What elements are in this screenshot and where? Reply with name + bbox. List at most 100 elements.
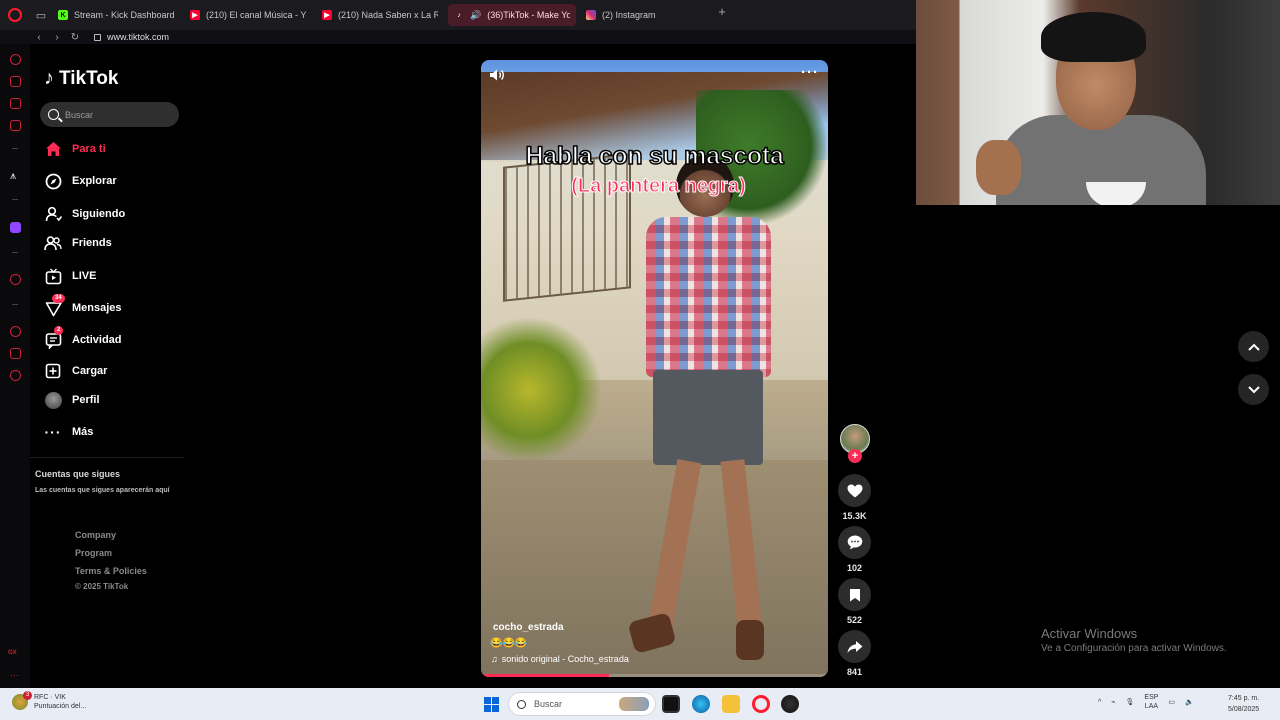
url-field[interactable]: www.tiktok.com (94, 32, 169, 42)
video-player[interactable]: Habla con su mascota (La pantera negra) … (481, 60, 828, 677)
weather-line1: RFC · VIK (34, 694, 66, 701)
like-button[interactable]: 15.3K (838, 474, 871, 521)
speaker-icon[interactable]: 🔊 (470, 10, 481, 21)
comment-button[interactable]: 102 (838, 526, 871, 573)
gx-icon[interactable]: GX (8, 650, 17, 656)
speaker-icon[interactable]: 🔈 (1185, 698, 1194, 706)
follow-plus-button[interactable]: + (848, 449, 862, 463)
nav-mas[interactable]: ··· Más (44, 423, 94, 441)
activity-icon: 2 (44, 326, 64, 349)
kick-rail-icon[interactable]: ⩚ (10, 170, 16, 183)
video-caption-title: Habla con su mascota (525, 141, 785, 171)
taskbar-search[interactable]: Buscar (508, 692, 656, 716)
share-button[interactable]: 841 (838, 630, 871, 677)
compass-icon (44, 172, 62, 190)
nav-perfil[interactable]: Perfil (44, 391, 100, 409)
nav-friends[interactable]: Friends (44, 234, 112, 252)
save-button[interactable]: 522 (838, 578, 871, 625)
tab-youtube-2[interactable]: ▶ (210) Nada Saben x La Re (316, 4, 444, 26)
taskbar-search-placeholder: Buscar (534, 699, 563, 709)
video-sound-label: sonido original - Cocho_estrada (501, 654, 629, 664)
opera-menu-button[interactable] (0, 0, 30, 30)
forward-button[interactable]: › (48, 32, 66, 43)
nav-label: Cargar (72, 365, 108, 377)
weather-badge: 3 (23, 691, 32, 700)
rail-divider (12, 252, 18, 253)
tiktok-logo-icon: ♪ (44, 67, 54, 89)
microphone-icon[interactable]: 🎙 (1126, 698, 1135, 706)
nav-live[interactable]: LIVE (44, 267, 96, 285)
video-sound[interactable]: ♫ sonido original - Cocho_estrada (491, 654, 629, 664)
display-icon[interactable]: ▭ (1168, 698, 1175, 706)
settings-icon[interactable] (10, 370, 21, 381)
windows-taskbar: 3 RFC · VIK Puntuación del... Buscar ^ ⌁… (0, 688, 1280, 720)
tab-youtube-1[interactable]: ▶ (210) El canal Música - Yo (184, 4, 312, 26)
video-progress-fill (481, 674, 610, 677)
more-options-icon[interactable]: ··· (801, 64, 819, 81)
video-author[interactable]: cocho_estrada (493, 622, 564, 633)
nav-mensajes[interactable]: 34 Mensajes (44, 294, 122, 317)
app-icon[interactable] (781, 695, 799, 713)
volume-icon[interactable] (489, 68, 507, 84)
edge-icon[interactable] (692, 695, 710, 713)
obs-icon[interactable] (662, 695, 680, 713)
save-count: 522 (846, 615, 863, 625)
nav-cargar[interactable]: Cargar (44, 362, 107, 380)
heart-icon (838, 474, 871, 507)
search-box[interactable] (40, 102, 179, 127)
video-progress-bar[interactable] (481, 674, 828, 677)
network-icon[interactable]: ⌁ (1111, 698, 1115, 706)
start-button[interactable] (484, 697, 499, 712)
next-video-button[interactable] (1238, 374, 1269, 405)
search-input[interactable] (65, 109, 165, 120)
workspace-icon[interactable] (10, 120, 21, 131)
nav-label: Friends (72, 237, 112, 249)
extensions-icon[interactable] (10, 348, 21, 359)
tab-strip: K Stream - Kick Dashboard ▶ (210) El can… (52, 4, 732, 26)
nav-label: Explorar (72, 175, 117, 187)
history-icon[interactable] (10, 326, 21, 337)
video-person (627, 155, 781, 660)
shopping-icon[interactable] (10, 76, 21, 87)
twitch-icon[interactable] (10, 222, 21, 233)
nav-para-ti[interactable]: Para ti (44, 140, 106, 158)
back-button[interactable]: ‹ (30, 32, 48, 43)
tiktok-logo[interactable]: ♪ TikTok (44, 67, 118, 90)
nav-actividad[interactable]: 2 Actividad (44, 326, 122, 349)
tab-tiktok[interactable]: ♪ 🔊 (36)TikTok - Make Yo (448, 4, 576, 26)
reload-button[interactable]: ↻ (66, 32, 84, 43)
tab-instagram[interactable]: (2) Instagram (580, 4, 708, 26)
rail-more-icon[interactable]: ··· (10, 670, 19, 680)
language-indicator[interactable]: ESP LAA (1144, 693, 1158, 711)
nav-siguiendo[interactable]: Siguiendo (44, 205, 125, 223)
system-clock[interactable]: 7:45 p. m. 5/08/2025 (1228, 693, 1259, 715)
video-scene (481, 315, 601, 465)
opera-gx-icon[interactable] (752, 695, 770, 713)
rail-divider (12, 304, 18, 305)
nav-explorar[interactable]: Explorar (44, 172, 117, 190)
new-tab-button[interactable]: + (712, 4, 732, 26)
nav-label: Perfil (72, 394, 100, 406)
messenger-icon[interactable] (10, 98, 21, 109)
instagram-icon (586, 10, 596, 20)
lang-line2: LAA (1144, 703, 1159, 710)
upload-icon (44, 362, 62, 380)
rail-divider (12, 199, 18, 200)
player-icon[interactable] (10, 274, 21, 285)
rail-divider (12, 148, 18, 149)
tab-kick[interactable]: K Stream - Kick Dashboard (52, 4, 180, 26)
footer-company-link[interactable]: Company (75, 530, 116, 540)
weather-widget[interactable]: 3 RFC · VIK Puntuación del... (12, 691, 86, 711)
file-explorer-icon[interactable] (722, 695, 740, 713)
browser-tab-bar: ▭ K Stream - Kick Dashboard ▶ (210) El c… (0, 0, 916, 30)
nav-label: LIVE (72, 270, 97, 282)
footer-terms-link[interactable]: Terms & Policies (75, 566, 147, 576)
aria-icon[interactable] (10, 54, 21, 65)
share-icon (838, 630, 871, 663)
search-highlight-icon (619, 697, 649, 711)
workspaces-icon[interactable]: ▭ (30, 0, 52, 30)
more-icon: ··· (44, 424, 62, 440)
chevron-up-icon[interactable]: ^ (1098, 699, 1101, 706)
previous-video-button[interactable] (1238, 331, 1269, 362)
footer-program-link[interactable]: Program (75, 548, 112, 558)
